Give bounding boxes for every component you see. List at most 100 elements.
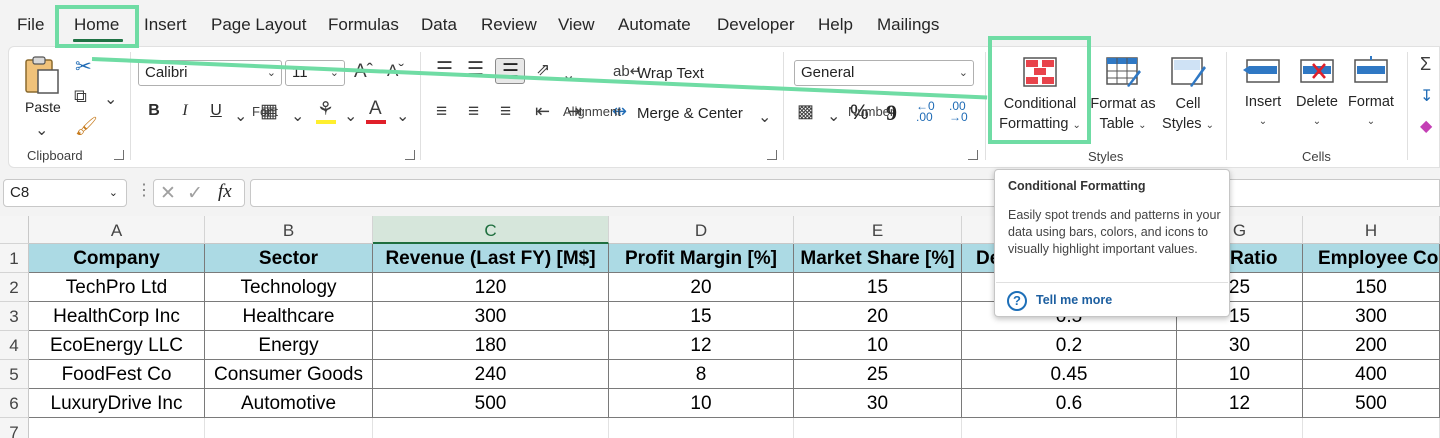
align-right-icon[interactable]: ≡	[500, 101, 511, 123]
table-cell[interactable]: 20	[609, 273, 794, 302]
row-header[interactable]: 3	[0, 302, 29, 331]
table-cell[interactable]: 15	[609, 302, 794, 331]
table-cell[interactable]: 15	[794, 273, 962, 302]
underline-chevron-icon[interactable]: ⌄	[234, 106, 247, 126]
table-cell[interactable]: EcoEnergy LLC	[29, 331, 205, 360]
empty-cell[interactable]	[373, 418, 609, 438]
paste-button[interactable]: Paste	[25, 99, 61, 115]
table-cell[interactable]: HealthCorp Inc	[29, 302, 205, 331]
table-cell[interactable]: 240	[373, 360, 609, 389]
cut-icon[interactable]: ✂	[75, 54, 92, 79]
tab-automate[interactable]: Automate	[618, 15, 691, 35]
column-header[interactable]: H	[1303, 216, 1440, 244]
table-cell[interactable]: 0.6	[962, 389, 1177, 418]
cell-styles-button[interactable]: Cell Styles ⌄	[1158, 56, 1218, 136]
decrease-indent-icon[interactable]: ⇤	[535, 101, 550, 122]
increase-decimal-icon[interactable]: ←0.00	[916, 100, 935, 123]
accounting-format-icon[interactable]: ▩	[797, 101, 814, 122]
table-header-cell[interactable]: Employee Cou	[1303, 244, 1440, 273]
more-options-icon[interactable]: ⋮	[136, 180, 152, 200]
table-cell[interactable]: 30	[1177, 331, 1303, 360]
table-header-cell[interactable]: Sector	[205, 244, 373, 273]
table-cell[interactable]: LuxuryDrive Inc	[29, 389, 205, 418]
insert-cells-button[interactable]: Insert ⌄	[1238, 56, 1288, 132]
row-header[interactable]: 6	[0, 389, 29, 418]
column-header[interactable]: B	[205, 216, 373, 244]
empty-cell[interactable]	[962, 418, 1177, 438]
table-cell[interactable]: 0.2	[962, 331, 1177, 360]
insert-function-button[interactable]: fx	[218, 181, 232, 203]
formula-input[interactable]	[250, 179, 1440, 207]
font-size-dropdown[interactable]: 11 ⌄	[285, 60, 345, 86]
column-header-selected[interactable]: C	[373, 216, 609, 244]
align-bottom-button[interactable]: ☰	[495, 58, 525, 84]
table-cell[interactable]: Consumer Goods	[205, 360, 373, 389]
align-left-icon[interactable]: ≡	[436, 101, 447, 123]
accounting-chevron-icon[interactable]: ⌄	[827, 106, 840, 126]
table-header-cell[interactable]: Market Share [%]	[794, 244, 962, 273]
enter-icon[interactable]: ✓	[187, 182, 203, 205]
empty-cell[interactable]	[794, 418, 962, 438]
decrease-decimal-icon[interactable]: .00 →0	[949, 100, 968, 123]
table-cell[interactable]: 20	[794, 302, 962, 331]
copy-icon[interactable]: ⧉	[74, 86, 87, 107]
table-cell[interactable]: 25	[794, 360, 962, 389]
paste-icon[interactable]	[23, 55, 61, 95]
empty-cell[interactable]	[29, 418, 205, 438]
clipboard-launcher-icon[interactable]	[114, 150, 124, 160]
font-color-chevron-icon[interactable]: ⌄	[396, 106, 409, 126]
orientation-chevron-icon[interactable]: ⌄	[562, 65, 575, 85]
wrap-text-button[interactable]: Wrap Text	[637, 65, 704, 82]
row-header[interactable]: 7	[0, 418, 29, 438]
table-cell[interactable]: 30	[794, 389, 962, 418]
cancel-icon[interactable]: ✕	[160, 182, 176, 205]
number-format-dropdown[interactable]: General ⌄	[794, 60, 974, 86]
font-color-icon[interactable]: A	[369, 98, 382, 120]
tab-insert[interactable]: Insert	[144, 15, 187, 35]
borders-chevron-icon[interactable]: ⌄	[291, 106, 304, 126]
empty-cell[interactable]	[1177, 418, 1303, 438]
format-cells-button[interactable]: Format ⌄	[1345, 56, 1397, 132]
table-cell[interactable]: 150	[1303, 273, 1440, 302]
column-header[interactable]: D	[609, 216, 794, 244]
alignment-launcher-icon[interactable]	[767, 150, 777, 160]
table-cell[interactable]: 0.45	[962, 360, 1177, 389]
table-cell[interactable]: 12	[1177, 389, 1303, 418]
tab-developer[interactable]: Developer	[717, 15, 795, 35]
table-cell[interactable]: 10	[1177, 360, 1303, 389]
font-launcher-icon[interactable]	[405, 150, 415, 160]
tab-help[interactable]: Help	[818, 15, 853, 35]
underline-button[interactable]: U	[203, 98, 229, 124]
fill-color-chevron-icon[interactable]: ⌄	[344, 106, 357, 126]
fill-color-icon[interactable]: ⚘	[317, 98, 334, 121]
tab-data[interactable]: Data	[421, 15, 457, 35]
align-top-icon[interactable]: ☰	[436, 58, 453, 81]
align-center-icon[interactable]: ≡	[468, 101, 479, 123]
table-cell[interactable]: Automotive	[205, 389, 373, 418]
autosum-icon[interactable]: Σ	[1420, 54, 1431, 75]
number-launcher-icon[interactable]	[968, 150, 978, 160]
column-header[interactable]: A	[29, 216, 205, 244]
table-cell[interactable]: 10	[794, 331, 962, 360]
table-cell[interactable]: 12	[609, 331, 794, 360]
tab-review[interactable]: Review	[481, 15, 537, 35]
table-cell[interactable]: 200	[1303, 331, 1440, 360]
column-header[interactable]: E	[794, 216, 962, 244]
table-cell[interactable]: 300	[1303, 302, 1440, 331]
table-cell[interactable]: 10	[609, 389, 794, 418]
table-cell[interactable]: 500	[373, 389, 609, 418]
tab-mailings[interactable]: Mailings	[877, 15, 939, 35]
copy-chevron-icon[interactable]: ⌄	[104, 89, 117, 109]
table-cell[interactable]: 180	[373, 331, 609, 360]
table-header-cell[interactable]: Profit Margin [%]	[609, 244, 794, 273]
row-header[interactable]: 5	[0, 360, 29, 389]
row-header[interactable]: 2	[0, 273, 29, 302]
table-cell[interactable]: FoodFest Co	[29, 360, 205, 389]
clear-icon[interactable]: ◆	[1420, 116, 1432, 136]
paste-chevron-icon[interactable]: ⌄	[35, 120, 48, 140]
select-all-corner[interactable]	[0, 216, 29, 244]
table-cell[interactable]: 120	[373, 273, 609, 302]
empty-cell[interactable]	[205, 418, 373, 438]
table-header-cell[interactable]: Company	[29, 244, 205, 273]
tab-file[interactable]: File	[17, 15, 44, 35]
